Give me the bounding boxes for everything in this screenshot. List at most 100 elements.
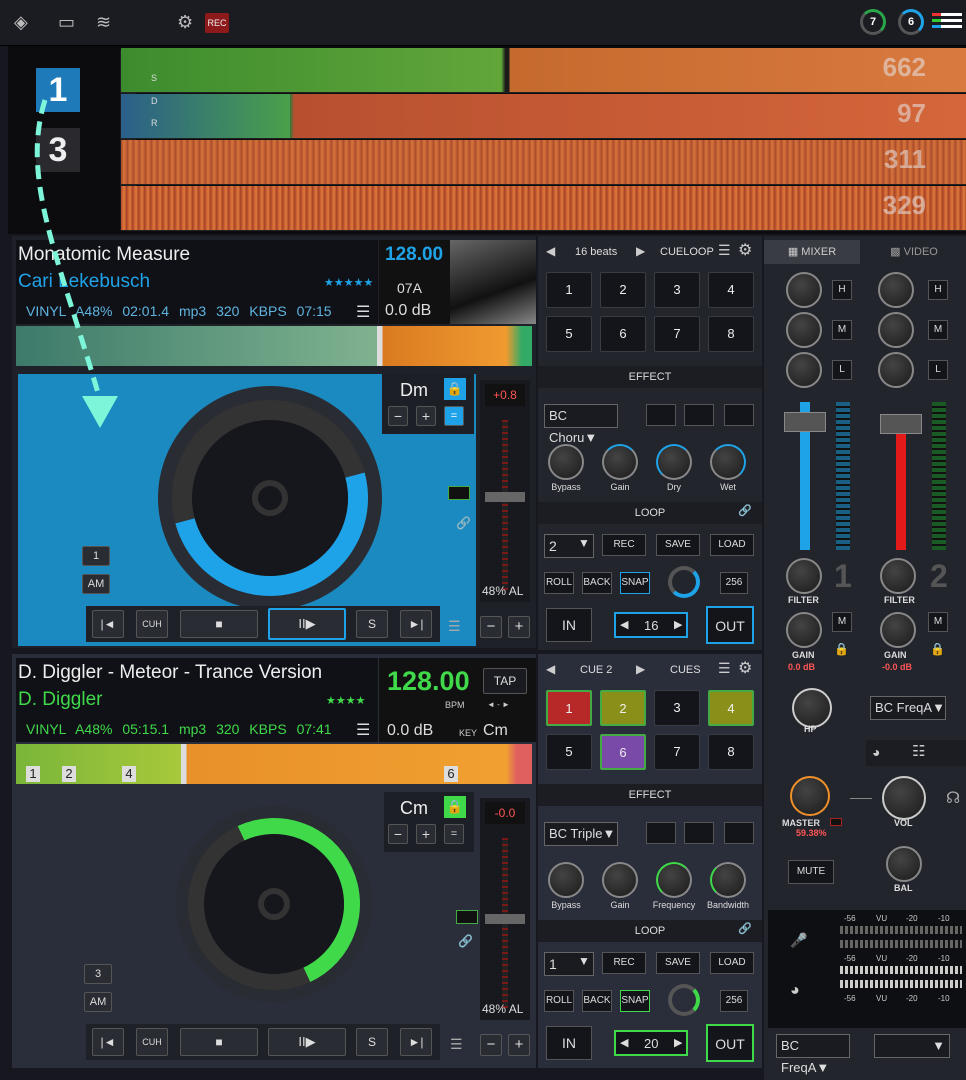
- fx-knob-dry[interactable]: [656, 444, 692, 480]
- key-lock-icon[interactable]: 🔒: [444, 796, 466, 818]
- loop-rec-button[interactable]: REC: [602, 534, 646, 556]
- pad-7[interactable]: 7: [654, 316, 700, 352]
- pitch-minus-button[interactable]: −: [480, 616, 502, 638]
- fx-knob-frequency[interactable]: [656, 862, 692, 898]
- jogwheel[interactable]: [136, 364, 404, 632]
- mute-m-button-1[interactable]: M: [832, 612, 852, 632]
- lock-icon[interactable]: 🔒: [930, 642, 945, 656]
- mute-button[interactable]: MUTE: [788, 860, 834, 884]
- next-button[interactable]: ►|: [400, 610, 432, 638]
- key-down-button[interactable]: −: [388, 406, 408, 426]
- loop-link-icon[interactable]: 🔗: [738, 922, 752, 935]
- loop-length[interactable]: ◀ 20 ▶: [614, 1030, 688, 1056]
- loop-rec-button[interactable]: REC: [602, 952, 646, 974]
- headphone-knob[interactable]: [792, 688, 832, 728]
- headphones-icon[interactable]: ☊: [946, 788, 960, 808]
- loop-out-button[interactable]: OUT: [706, 1024, 754, 1062]
- loop-save-button[interactable]: SAVE: [656, 952, 700, 974]
- loop-roll-button[interactable]: ROLL: [544, 990, 574, 1012]
- pad-7[interactable]: 7: [654, 734, 700, 770]
- key-lock-icon[interactable]: 🔒: [444, 378, 466, 400]
- loop-out-button[interactable]: OUT: [706, 606, 754, 644]
- effect-select[interactable]: BC Triple▼: [544, 822, 618, 846]
- loop-load-button[interactable]: LOAD: [710, 952, 754, 974]
- pitch-plus-button[interactable]: +: [508, 616, 530, 638]
- play-pause-button[interactable]: II▶: [268, 1028, 346, 1056]
- eq-low-kill-1[interactable]: L: [832, 360, 852, 380]
- fx-knob-gain[interactable]: [602, 862, 638, 898]
- pitch-minus-button[interactable]: −: [480, 1034, 502, 1056]
- key-display[interactable]: Dm: [400, 380, 428, 401]
- audio-wave-icon[interactable]: ≋: [96, 12, 111, 33]
- eq-low-knob-1[interactable]: [786, 352, 822, 388]
- page-prev-icon[interactable]: ◀: [546, 662, 555, 676]
- pad-3[interactable]: 3: [654, 272, 700, 308]
- record-dial-icon[interactable]: ◕: [790, 982, 800, 1000]
- loop-length-next-icon[interactable]: ▶: [674, 618, 682, 631]
- fader-handle-2[interactable]: [880, 414, 922, 434]
- master-knob[interactable]: [790, 776, 830, 816]
- pad-mode-label[interactable]: CUELOOP: [660, 246, 714, 258]
- pad-5[interactable]: 5: [546, 734, 592, 770]
- rating-stars[interactable]: ★★★★★: [324, 276, 373, 289]
- eq-low-knob-2[interactable]: [878, 352, 914, 388]
- pad-8[interactable]: 8: [708, 734, 754, 770]
- eq-high-kill-1[interactable]: H: [832, 280, 852, 300]
- loop-roll-button[interactable]: ROLL: [544, 572, 574, 594]
- pad-4[interactable]: 4: [708, 272, 754, 308]
- sliders-icon[interactable]: ☷: [912, 742, 925, 760]
- stop-button[interactable]: ■: [180, 610, 258, 638]
- jog-area[interactable]: Dm 🔒 − + = 1 AM |◄ CUH ■ II▶ S ►|: [18, 364, 476, 646]
- loop-save-button[interactable]: SAVE: [656, 534, 700, 556]
- pad-6[interactable]: 6: [600, 316, 646, 352]
- fader-handle-1[interactable]: [784, 412, 826, 432]
- eq-high-knob-2[interactable]: [878, 272, 914, 308]
- volume-knob[interactable]: [882, 776, 926, 820]
- overview-row-2[interactable]: D R 97: [121, 94, 966, 139]
- pad-2[interactable]: 2: [600, 690, 646, 726]
- pad-4[interactable]: 4: [708, 690, 754, 726]
- pad-2[interactable]: 2: [600, 272, 646, 308]
- prev-button[interactable]: |◄: [92, 1028, 124, 1056]
- pad-6[interactable]: 6: [600, 734, 646, 770]
- pitch-fader[interactable]: -0.0 48% AL: [480, 798, 530, 1020]
- record-button[interactable]: REC: [205, 13, 229, 33]
- am-button[interactable]: AM: [82, 574, 110, 594]
- jog-area[interactable]: Cm 🔒 − + = 3 AM |◄ CUH ■ II▶ S ►|: [18, 792, 476, 1066]
- gain-knob-1[interactable]: [786, 612, 822, 648]
- page-next-icon[interactable]: ▶: [636, 244, 645, 258]
- jogwheel[interactable]: [163, 793, 385, 1015]
- eq-high-knob-1[interactable]: [786, 272, 822, 308]
- effect-slot-3[interactable]: [724, 404, 754, 426]
- key-down-button[interactable]: −: [388, 824, 408, 844]
- tab-mixer[interactable]: ▦ MIXER: [764, 240, 860, 264]
- next-button[interactable]: ►|: [400, 1028, 432, 1056]
- loop-length-prev-icon[interactable]: ◀: [620, 1036, 628, 1049]
- track-menu-icon[interactable]: ☰: [356, 302, 370, 322]
- cue-button[interactable]: CUH: [136, 610, 168, 638]
- balance-knob[interactable]: [886, 846, 922, 882]
- loop-back-button[interactable]: BACK: [582, 990, 612, 1012]
- loop-length[interactable]: ◀ 16 ▶: [614, 612, 688, 638]
- loop-in-button[interactable]: IN: [546, 1026, 592, 1060]
- gain-knob-2[interactable]: [880, 612, 916, 648]
- key-display[interactable]: Cm: [400, 798, 428, 819]
- pitch-fader[interactable]: +0.8 48% AL: [480, 380, 530, 602]
- effect-select[interactable]: BC Choru▼: [544, 404, 618, 445]
- fx-knob-bypass[interactable]: [548, 444, 584, 480]
- pad-settings-gear-icon[interactable]: ⚙: [738, 658, 752, 678]
- page-prev-icon[interactable]: ◀: [546, 244, 555, 258]
- fx-knob-gain[interactable]: [602, 444, 638, 480]
- tempo-nudge-icon[interactable]: ◄ - ►: [487, 700, 510, 709]
- dial-icon[interactable]: ◕: [872, 744, 880, 760]
- filter-knob-1[interactable]: [786, 558, 822, 594]
- menu-bars-icon[interactable]: [932, 10, 962, 36]
- deck-menu-icon[interactable]: ☰: [450, 1036, 463, 1053]
- effect-slot-1[interactable]: [646, 822, 676, 844]
- loop-in-button[interactable]: IN: [546, 608, 592, 642]
- play-pause-button[interactable]: II▶: [268, 608, 346, 640]
- deck-selector-3[interactable]: 3: [36, 128, 80, 172]
- link-icon[interactable]: 🔗: [458, 934, 473, 948]
- pad-5[interactable]: 5: [546, 316, 592, 352]
- microphone-icon[interactable]: 🎤: [790, 932, 807, 949]
